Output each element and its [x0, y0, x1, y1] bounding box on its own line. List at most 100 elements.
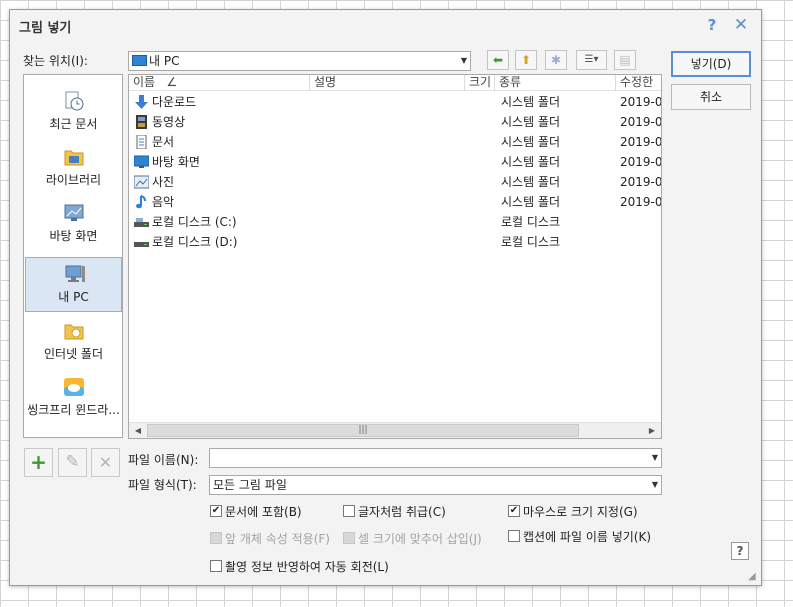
column-name-label: 이름: [133, 75, 156, 89]
close-button[interactable]: ✕: [731, 15, 751, 35]
place-label: 씽크프리 윈드라...: [27, 403, 120, 417]
computer-icon: [132, 55, 147, 66]
file-name: 음악: [152, 195, 175, 209]
delete-x-icon: ✕: [98, 453, 113, 472]
file-type: 시스템 폴더: [501, 135, 561, 149]
checkbox-unchecked-icon: [343, 505, 355, 517]
file-modified: 2019-06: [620, 195, 662, 209]
place-my-pc[interactable]: 내 PC: [25, 257, 122, 312]
file-row[interactable]: 음악 시스템 폴더 2019-06: [129, 192, 661, 212]
column-description[interactable]: 설명: [310, 75, 465, 91]
file-modified: 2019-06: [620, 175, 662, 189]
mouse-size-checkbox[interactable]: ✔ 마우스로 크기 지정(G): [508, 503, 638, 520]
file-list[interactable]: 이름 ∠ 설명 크기 종류 수정한 다운로드 시스템 폴더 2019-06 동영…: [128, 74, 662, 439]
lookin-value: 내 PC: [149, 54, 180, 68]
insert-button[interactable]: 넣기(D): [671, 51, 751, 77]
scroll-thumb[interactable]: |||: [147, 424, 579, 437]
delete-place-button[interactable]: ✕: [91, 448, 120, 477]
file-row[interactable]: 동영상 시스템 폴더 2019-06: [129, 112, 661, 132]
column-type[interactable]: 종류: [495, 75, 616, 91]
insert-picture-dialog: 그림 넣기 ? ✕ 찾는 위치(I): 내 PC ▼ ⬅ ⬆ ✱ ☰▾ ▤ 넣기…: [9, 9, 762, 586]
plus-icon: +: [30, 450, 47, 474]
up-folder-button[interactable]: ⬆: [515, 50, 537, 70]
include-in-doc-checkbox[interactable]: ✔ 문서에 포함(B): [210, 503, 302, 520]
file-modified: 2019-06: [620, 155, 662, 169]
file-modified: 2019-06: [620, 115, 662, 129]
scroll-left-icon[interactable]: ◀: [130, 423, 146, 438]
place-recent-docs[interactable]: 최근 문서: [25, 85, 122, 140]
filetype-value: 모든 그림 파일: [213, 478, 287, 492]
new-folder-button[interactable]: ✱: [545, 50, 567, 70]
lookin-combo[interactable]: 내 PC ▼: [128, 51, 471, 71]
filename-label: 파일 이름(N):: [128, 453, 199, 467]
checkbox-label: 셀 크기에 맞추어 삽입(J): [358, 532, 482, 546]
column-name[interactable]: 이름 ∠: [129, 75, 310, 91]
file-type: 로컬 디스크: [501, 235, 561, 249]
resize-grip-icon[interactable]: ◢: [748, 571, 760, 583]
apply-prev-props-checkbox[interactable]: 앞 개체 속성 적용(F): [210, 530, 330, 547]
scroll-right-icon[interactable]: ▶: [644, 423, 660, 438]
delete-file-button[interactable]: ▤: [614, 50, 636, 70]
treat-as-char-checkbox[interactable]: 글자처럼 취급(C): [343, 503, 446, 520]
delete-doc-icon: ▤: [619, 53, 631, 67]
recent-docs-icon: [65, 91, 84, 111]
drive-icon: [134, 218, 149, 227]
help-title-button[interactable]: ?: [702, 15, 722, 35]
checkbox-disabled-icon: [210, 532, 222, 544]
pictures-icon: [134, 175, 149, 189]
file-name: 문서: [152, 135, 175, 149]
chevron-down-icon: ▼: [651, 453, 658, 462]
place-desktop[interactable]: 바탕 화면: [25, 197, 122, 252]
computer-icon: [65, 265, 85, 282]
file-row[interactable]: 문서 시스템 폴더 2019-06: [129, 132, 661, 152]
auto-rotate-checkbox[interactable]: 촬영 정보 반영하여 자동 회전(L): [210, 558, 389, 575]
file-row[interactable]: 로컬 디스크 (C:) 로컬 디스크: [129, 212, 661, 232]
horizontal-scrollbar[interactable]: ◀ ||| ▶: [129, 422, 661, 438]
place-label: 바탕 화면: [49, 229, 98, 243]
view-menu-button[interactable]: ☰▾: [576, 50, 607, 70]
file-modified: 2019-06: [620, 135, 662, 149]
file-row[interactable]: 로컬 디스크 (D:) 로컬 디스크: [129, 232, 661, 252]
caption-filename-checkbox[interactable]: 캡션에 파일 이름 넣기(K): [508, 528, 651, 545]
place-library[interactable]: 라이브러리: [25, 141, 122, 196]
chevron-down-icon: ▼: [651, 480, 658, 489]
file-type: 시스템 폴더: [501, 155, 561, 169]
checkbox-label: 글자처럼 취급(C): [358, 505, 446, 519]
file-name: 로컬 디스크 (D:): [152, 235, 238, 249]
dialog-title: 그림 넣기: [19, 21, 72, 36]
filename-combo[interactable]: ▼: [209, 448, 662, 468]
place-label: 최근 문서: [49, 117, 98, 131]
file-row[interactable]: 다운로드 시스템 폴더 2019-06: [129, 92, 661, 112]
back-button[interactable]: ⬅: [487, 50, 509, 70]
place-internet-folder[interactable]: 인터넷 폴더: [25, 315, 122, 370]
desktop-icon: [134, 155, 149, 168]
file-row[interactable]: 바탕 화면 시스템 폴더 2019-06: [129, 152, 661, 172]
help-button[interactable]: ?: [731, 542, 749, 560]
new-folder-icon: ✱: [550, 53, 562, 67]
place-label: 인터넷 폴더: [43, 347, 103, 361]
file-row[interactable]: 사진 시스템 폴더 2019-06: [129, 172, 661, 192]
file-list-header: 이름 ∠ 설명 크기 종류 수정한: [129, 75, 661, 91]
music-icon: [136, 195, 146, 209]
edit-place-button[interactable]: ✎: [58, 448, 87, 477]
lookin-label: 찾는 위치(I):: [23, 54, 88, 68]
cancel-button[interactable]: 취소: [671, 84, 751, 110]
file-name: 다운로드: [152, 95, 197, 109]
drive-icon: [134, 242, 149, 247]
view-list-icon: ☰▾: [584, 54, 599, 65]
file-name: 동영상: [152, 115, 186, 129]
column-size[interactable]: 크기: [465, 75, 495, 91]
checkbox-unchecked-icon: [210, 560, 222, 572]
column-modified[interactable]: 수정한: [616, 75, 661, 91]
add-place-button[interactable]: +: [24, 448, 53, 477]
checkbox-label: 앞 개체 속성 적용(F): [225, 532, 330, 546]
filetype-combo[interactable]: 모든 그림 파일 ▼: [209, 475, 662, 495]
internet-folder-icon: [64, 324, 84, 340]
file-type: 시스템 폴더: [501, 175, 561, 189]
fit-cell-checkbox[interactable]: 셀 크기에 맞추어 삽입(J): [343, 530, 482, 547]
checkbox-checked-icon: ✔: [210, 505, 222, 517]
checkbox-disabled-icon: [343, 532, 355, 544]
place-thinkfree[interactable]: 씽크프리 윈드라...: [25, 371, 122, 426]
file-name: 로컬 디스크 (C:): [152, 215, 237, 229]
desktop-icon: [64, 204, 84, 221]
